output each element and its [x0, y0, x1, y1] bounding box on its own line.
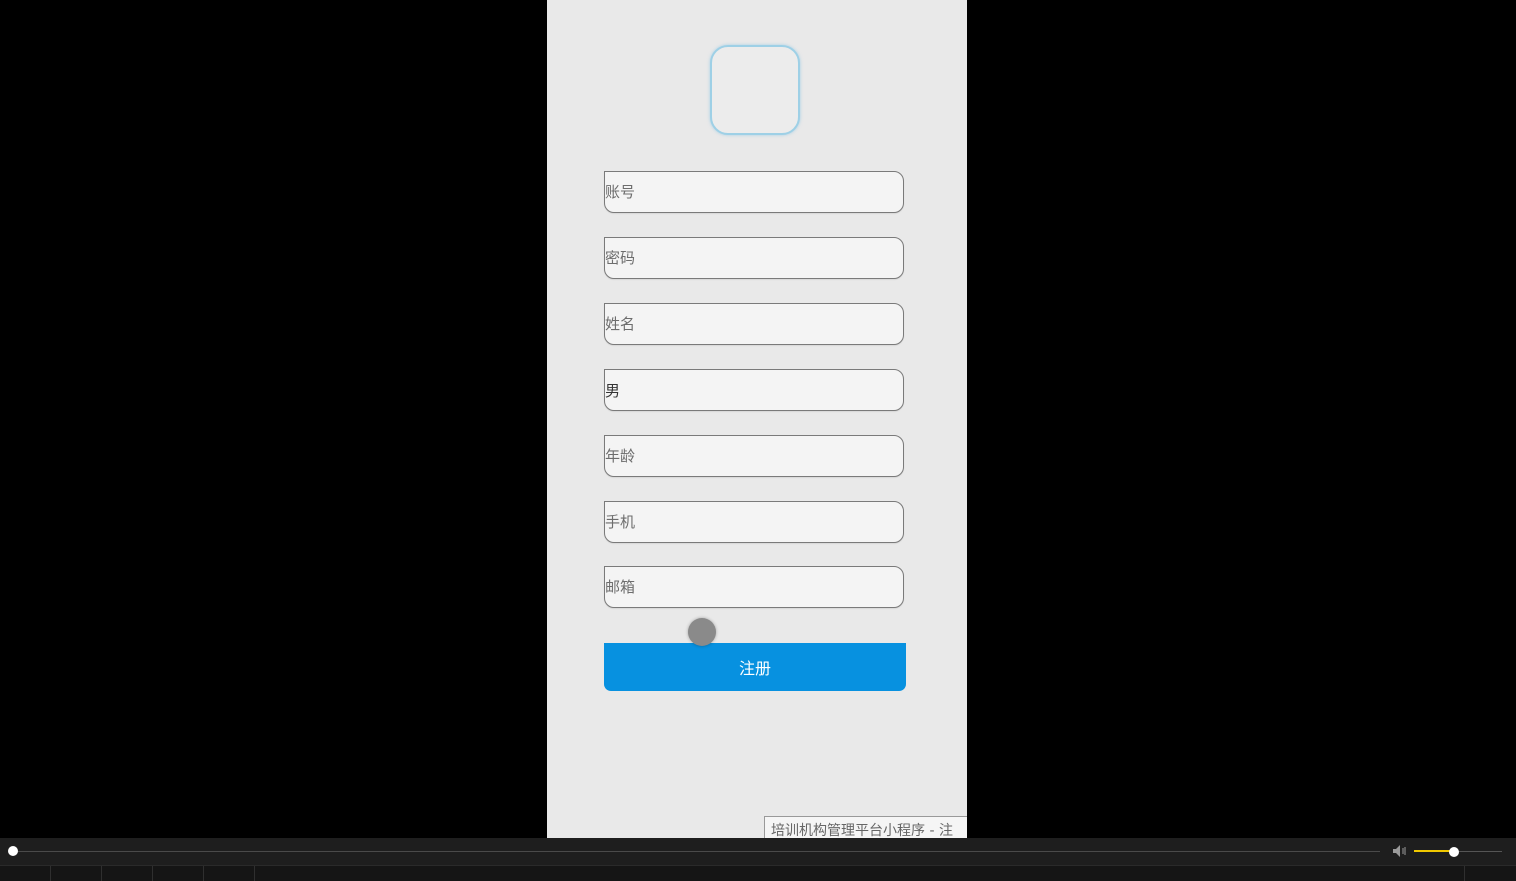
gender-value: 男: [605, 382, 621, 400]
account-field[interactable]: [604, 171, 904, 213]
strip-divider: [152, 866, 153, 881]
volume-handle[interactable]: [1448, 847, 1459, 857]
strip-divider: [203, 866, 204, 881]
age-field[interactable]: [604, 435, 904, 477]
player-bottom-strip: [0, 865, 1516, 881]
strip-divider: [50, 866, 51, 881]
account-input[interactable]: [605, 172, 903, 212]
volume-slider[interactable]: [1414, 847, 1502, 857]
phone-field[interactable]: [604, 501, 904, 543]
avatar-upload[interactable]: [710, 45, 800, 135]
register-button[interactable]: 注册: [604, 643, 906, 691]
player-control-bar: [0, 838, 1516, 881]
gender-field[interactable]: 男: [604, 369, 904, 411]
window-title-tooltip: 培训机构管理平台小程序 - 注: [764, 816, 967, 838]
email-field[interactable]: [604, 566, 904, 608]
name-input[interactable]: [605, 304, 903, 344]
phone-screen: 男 注册 培训机构管理平台小程序 - 注: [547, 0, 967, 838]
age-input[interactable]: [605, 436, 903, 476]
email-input[interactable]: [605, 567, 903, 607]
strip-divider: [101, 866, 102, 881]
phone-input[interactable]: [605, 502, 903, 542]
seek-handle[interactable]: [8, 846, 18, 856]
name-field[interactable]: [604, 303, 904, 345]
strip-divider: [1464, 866, 1465, 881]
strip-divider: [254, 866, 255, 881]
touch-cursor-indicator: [688, 618, 716, 646]
password-field[interactable]: [604, 237, 904, 279]
volume-level: [1414, 850, 1454, 852]
speaker-icon[interactable]: [1392, 844, 1408, 858]
password-input[interactable]: [605, 238, 903, 278]
seek-bar[interactable]: [13, 851, 1380, 852]
